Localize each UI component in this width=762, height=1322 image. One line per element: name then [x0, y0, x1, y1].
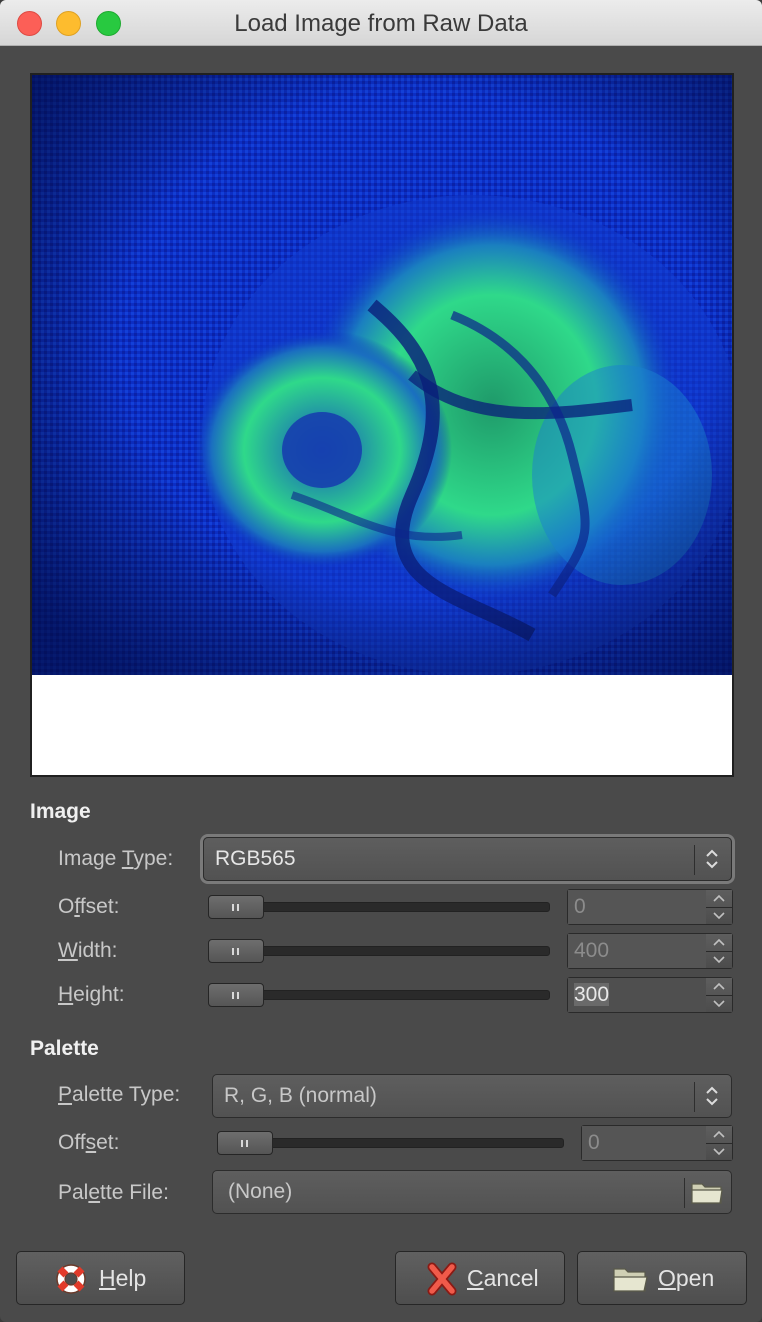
nebula-preview-image — [32, 75, 732, 775]
image-section-title: Image — [30, 800, 91, 823]
palette-offset-stepper-buttons[interactable] — [706, 1126, 732, 1160]
palette-section-title: Palette — [30, 1037, 99, 1060]
chevron-up-icon[interactable] — [712, 936, 726, 948]
offset-stepper-buttons[interactable] — [706, 890, 732, 924]
chevron-down-icon[interactable] — [712, 954, 726, 966]
offset-spinner[interactable]: 0 — [567, 889, 733, 925]
chevron-up-icon[interactable] — [712, 892, 726, 904]
open-button[interactable]: Open — [577, 1251, 747, 1305]
combo-separator — [694, 1082, 695, 1112]
help-button[interactable]: Help — [16, 1251, 185, 1305]
image-preview — [30, 73, 734, 777]
height-spinner[interactable]: 300 — [567, 977, 733, 1013]
folder-icon — [613, 1268, 648, 1292]
image-type-label: Image Type: — [58, 847, 174, 870]
palette-offset-input[interactable]: 0 — [582, 1126, 708, 1160]
height-slider-handle[interactable] — [208, 983, 264, 1007]
chevron-down-icon[interactable] — [712, 998, 726, 1010]
palette-offset-label: Offset: — [58, 1131, 120, 1154]
palette-type-value: R, G, B (normal) — [224, 1084, 377, 1107]
help-button-label: Help — [99, 1265, 147, 1291]
dialog-window: Load Image from Raw Data Image Image Typ… — [0, 0, 762, 1322]
lifebuoy-icon — [56, 1264, 86, 1294]
offset-input[interactable]: 0 — [568, 890, 708, 924]
width-slider-handle[interactable] — [208, 939, 264, 963]
file-chooser-separator — [684, 1178, 685, 1208]
height-stepper-buttons[interactable] — [706, 978, 732, 1012]
image-type-select[interactable]: RGB565 — [203, 837, 732, 881]
folder-icon[interactable] — [689, 1177, 725, 1207]
palette-offset-slider-handle[interactable] — [217, 1131, 273, 1155]
palette-offset-spinner[interactable]: 0 — [581, 1125, 733, 1161]
combo-separator — [694, 845, 695, 875]
height-input[interactable]: 300 — [568, 978, 708, 1012]
window-title: Load Image from Raw Data — [234, 10, 528, 37]
width-stepper-buttons[interactable] — [706, 934, 732, 968]
cancel-button-label: Cancel — [467, 1265, 539, 1291]
palette-file-label: Palette File: — [58, 1181, 169, 1204]
open-button-label: Open — [658, 1265, 715, 1291]
chevron-up-icon[interactable] — [712, 980, 726, 992]
width-input[interactable]: 400 — [568, 934, 708, 968]
title-bar: Load Image from Raw Data — [0, 0, 762, 46]
up-down-chevron-icon — [706, 849, 718, 869]
width-spinner[interactable]: 400 — [567, 933, 733, 969]
offset-label: Offset: — [58, 895, 120, 918]
offset-slider-handle[interactable] — [208, 895, 264, 919]
up-down-chevron-icon — [706, 1086, 718, 1106]
image-type-value: RGB565 — [215, 847, 296, 870]
height-label: Height: — [58, 983, 125, 1006]
chevron-down-icon[interactable] — [712, 1146, 726, 1158]
red-x-icon — [427, 1262, 457, 1296]
palette-type-label: Palette Type: — [58, 1083, 181, 1106]
palette-file-chooser[interactable]: (None) — [212, 1170, 732, 1214]
palette-type-select[interactable]: R, G, B (normal) — [212, 1074, 732, 1118]
chevron-down-icon[interactable] — [712, 910, 726, 922]
palette-file-value: (None) — [228, 1180, 293, 1203]
cancel-button[interactable]: Cancel — [395, 1251, 565, 1305]
chevron-up-icon[interactable] — [712, 1128, 726, 1140]
width-label: Width: — [58, 939, 118, 962]
